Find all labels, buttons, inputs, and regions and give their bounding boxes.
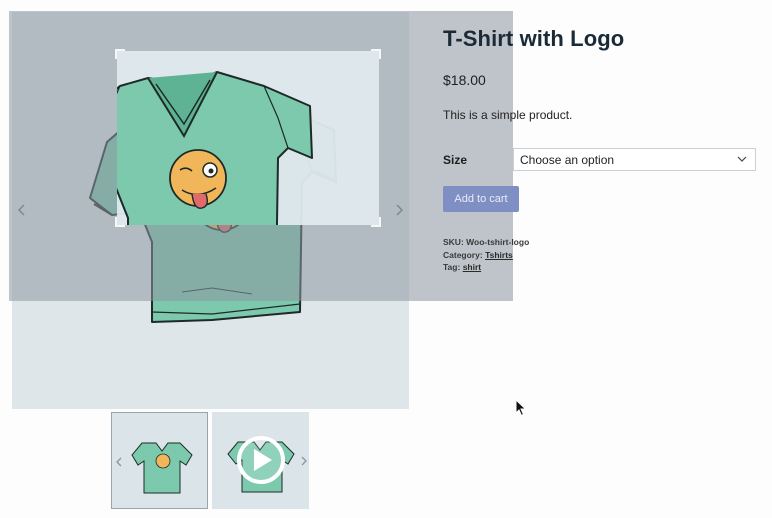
add-to-cart-button[interactable]: Add to cart (443, 186, 519, 212)
product-price: $18.00 (443, 72, 486, 88)
chevron-right-icon (396, 204, 404, 216)
tshirt-thumbnail-icon (227, 436, 295, 493)
gallery-thumbnails (111, 412, 311, 510)
tshirt-thumbnail-icon (131, 442, 193, 494)
gallery-next-button[interactable] (388, 195, 410, 225)
size-select[interactable]: Choose an option (513, 148, 756, 171)
size-select-value: Choose an option (520, 153, 615, 167)
chevron-left-icon (17, 204, 25, 216)
tshirt-image-zoomed (117, 71, 313, 225)
tag-label: Tag: (443, 262, 461, 273)
product-title: T-Shirt with Logo (443, 26, 625, 51)
category-link[interactable]: Tshirts (485, 250, 513, 260)
chevron-left-icon[interactable] (114, 455, 124, 469)
gallery-prev-button[interactable] (11, 195, 33, 225)
product-meta: SKU: Woo-tshirt-logo Category: Tshirts T… (443, 236, 529, 274)
chevron-down-icon (737, 156, 747, 162)
sku-label: SKU: (443, 237, 464, 247)
mouse-cursor-icon (515, 399, 527, 417)
chevron-right-icon[interactable] (299, 454, 309, 468)
sku-value: Woo-tshirt-logo (466, 237, 530, 247)
size-label: Size (443, 153, 468, 167)
category-row: Category: Tshirts (443, 249, 529, 262)
tag-row: Tag: shirt (443, 261, 529, 274)
thumbnail-tshirt[interactable] (111, 412, 208, 509)
category-label: Category: (443, 249, 483, 260)
zoom-crop-box[interactable] (115, 49, 381, 227)
thumbnail-video[interactable] (212, 412, 309, 509)
sku-row: SKU: Woo-tshirt-logo (443, 236, 529, 249)
tag-link[interactable]: shirt (463, 262, 481, 272)
product-short-description: This is a simple product. (443, 108, 573, 122)
